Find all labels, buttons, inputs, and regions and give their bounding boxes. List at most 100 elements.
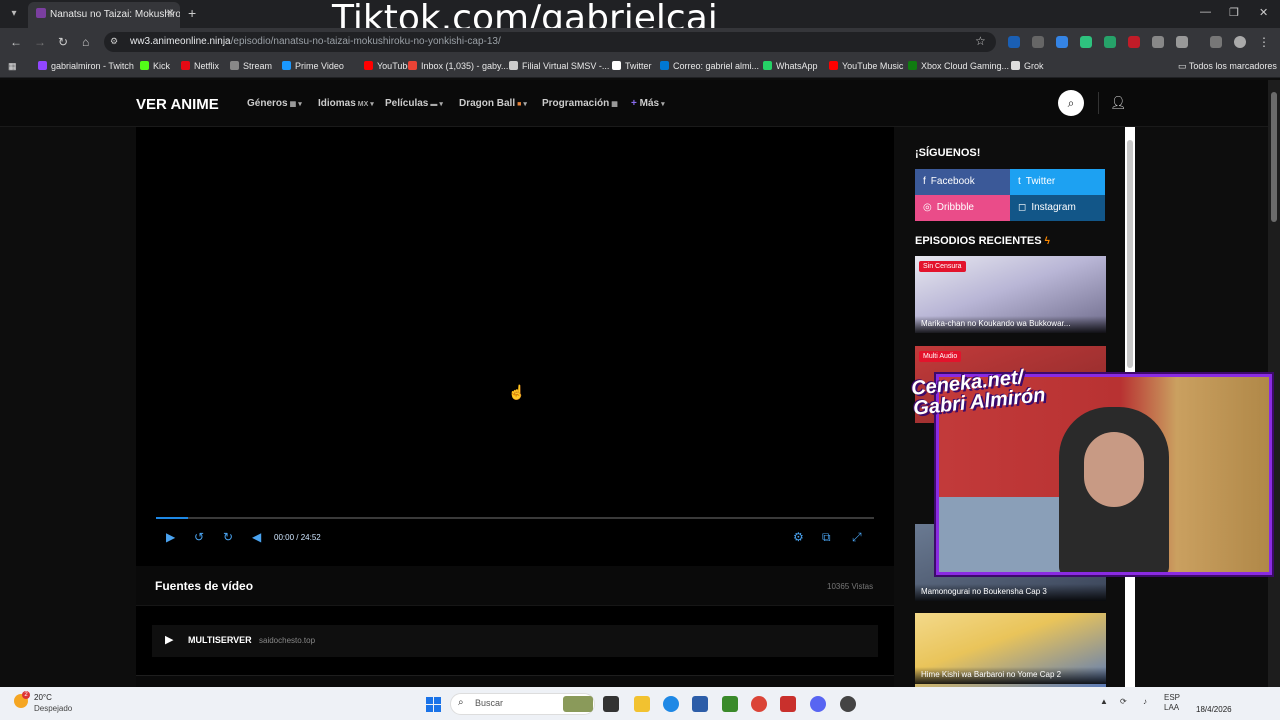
twitter-icon: t xyxy=(1018,176,1021,187)
tray-chevron-icon[interactable]: ▲ xyxy=(1100,697,1108,706)
social-label: Instagram xyxy=(1031,202,1076,213)
user-icon[interactable]: 👤︎ xyxy=(1110,95,1127,111)
taskbar-clock[interactable]: 18/4/2026 xyxy=(1196,693,1232,715)
search-highlight-icon xyxy=(563,696,593,712)
bookmark-item[interactable]: YouTube xyxy=(364,61,412,71)
extension-icon[interactable] xyxy=(1152,36,1164,48)
tab-list-icon[interactable]: ▾ xyxy=(6,6,22,22)
obs-icon[interactable] xyxy=(840,696,856,712)
extension-icon[interactable] xyxy=(1104,36,1116,48)
file-explorer-icon[interactable] xyxy=(634,696,650,712)
rewind-10-icon[interactable]: ↺ xyxy=(194,530,204,544)
restore-icon[interactable]: ❐ xyxy=(1229,6,1239,19)
episode-card[interactable]: Hime Kishi wa Barbaroi no Yome Cap 2 xyxy=(915,613,1106,687)
play-icon[interactable]: ▶ xyxy=(166,530,175,544)
language-indicator[interactable]: ESP LAA xyxy=(1164,693,1180,713)
minecraft-icon[interactable] xyxy=(722,696,738,712)
bookmark-item[interactable]: Netflix xyxy=(181,61,219,71)
home-icon[interactable]: ⌂ xyxy=(82,35,89,49)
forward-icon[interactable]: → xyxy=(34,35,46,49)
chevron-down-icon: ▾ xyxy=(523,101,527,108)
fullscreen-icon[interactable]: ⤢ xyxy=(852,530,862,545)
typora-icon[interactable] xyxy=(780,696,796,712)
address-bar[interactable]: ww3.animeonline.ninja/episodio/nanatsu-n… xyxy=(104,32,996,52)
bookmark-favicon-icon xyxy=(408,61,417,70)
video-progress-bar[interactable] xyxy=(156,517,874,519)
picture-in-picture-icon[interactable]: ⧉ xyxy=(822,530,831,545)
twitter-button[interactable]: t Twitter xyxy=(1010,169,1105,195)
site-info-icon[interactable]: ⚙ xyxy=(110,36,118,47)
nav-dragon-ball[interactable]: Dragon Ball ■ ▾ xyxy=(459,98,527,109)
start-windows-icon[interactable] xyxy=(426,697,441,712)
reading-list-icon[interactable] xyxy=(1210,36,1222,48)
play-icon[interactable]: ▶ xyxy=(165,633,173,646)
bookmark-star-icon[interactable]: ☆ xyxy=(975,34,986,48)
bookmark-item[interactable]: Xbox Cloud Gaming... xyxy=(908,61,1009,71)
task-view-icon[interactable] xyxy=(603,696,619,712)
bookmark-favicon-icon xyxy=(364,61,373,70)
search-icon[interactable]: ⌕ xyxy=(1058,90,1084,116)
weather-temperature[interactable]: 20°C xyxy=(34,693,52,702)
sidebar-scroll-thumb[interactable] xyxy=(1127,140,1133,368)
nav-idiomas[interactable]: Idiomas MX ▾ xyxy=(318,98,374,109)
nav-peliculas[interactable]: Películas ▬ ▾ xyxy=(385,98,443,109)
extension-icon[interactable] xyxy=(1080,36,1092,48)
bookmark-item[interactable]: Prime Video xyxy=(282,61,344,71)
facebook-button[interactable]: f Facebook xyxy=(915,169,1010,195)
clock-date: 18/4/2026 xyxy=(1196,705,1232,714)
apps-icon[interactable]: ▦ xyxy=(8,61,17,72)
extension-icon[interactable] xyxy=(1032,36,1044,48)
bookmark-item[interactable]: Correo: gabriel almi... xyxy=(660,61,759,71)
browser-menu-icon[interactable]: ⋮ xyxy=(1258,35,1270,49)
volume-icon[interactable]: ◀ xyxy=(252,530,261,544)
server-host: saidochesto.top xyxy=(259,636,316,645)
extension-icon[interactable] xyxy=(1056,36,1068,48)
bookmark-item[interactable]: Inbox (1,035) - gaby... xyxy=(408,61,508,71)
bookmark-favicon-icon xyxy=(612,61,621,70)
edge-icon[interactable] xyxy=(663,696,679,712)
fire-icon: ϟ xyxy=(1044,236,1050,247)
extension-icon[interactable] xyxy=(1128,36,1140,48)
minimize-icon[interactable]: — xyxy=(1200,6,1211,18)
video-player[interactable] xyxy=(136,127,894,557)
bookmark-item[interactable]: WhatsApp xyxy=(763,61,818,71)
weather-condition[interactable]: Despejado xyxy=(34,704,72,713)
social-label: Twitter xyxy=(1025,176,1056,187)
extension-icon[interactable] xyxy=(1008,36,1020,48)
nav-mas[interactable]: + Más ▾ xyxy=(631,98,665,109)
store-icon[interactable] xyxy=(692,696,708,712)
chrome-icon[interactable] xyxy=(751,696,767,712)
instagram-button[interactable]: ◻ Instagram xyxy=(1010,195,1105,221)
browser-tab[interactable]: Nanatsu no Taizai: Mokushiroku xyxy=(28,2,180,28)
reload-icon[interactable]: ↻ xyxy=(58,35,68,49)
new-tab-icon[interactable]: + xyxy=(188,5,196,21)
bookmark-item[interactable]: YouTube Music xyxy=(829,61,903,71)
forward-10-icon[interactable]: ↻ xyxy=(223,530,233,544)
settings-gear-icon[interactable]: ⚙ xyxy=(793,530,804,544)
nav-programacion[interactable]: Programación ▦ xyxy=(542,98,618,109)
site-logo[interactable]: VER ANIME xyxy=(136,96,219,113)
page-scroll-thumb[interactable] xyxy=(1271,92,1277,222)
bookmark-item[interactable]: Grok xyxy=(1011,61,1044,71)
duration: 24:52 xyxy=(300,533,321,542)
window-close-icon[interactable]: ✕ xyxy=(1259,6,1268,19)
extensions-puzzle-icon[interactable] xyxy=(1176,36,1188,48)
bookmark-favicon-icon xyxy=(230,61,239,70)
back-icon[interactable]: ← xyxy=(10,35,22,49)
bookmark-item[interactable]: gabrialmiron - Twitch xyxy=(38,61,134,71)
bookmark-item[interactable]: Stream xyxy=(230,61,272,71)
nav-generos[interactable]: Géneros ▦ ▾ xyxy=(247,98,302,109)
network-icon[interactable]: ⟳ xyxy=(1120,697,1127,706)
nav-tag: MX xyxy=(357,101,369,108)
bookmark-item[interactable]: Twitter xyxy=(612,61,652,71)
bookmark-item[interactable]: Kick xyxy=(140,61,170,71)
all-bookmarks-folder[interactable]: ▭ Todos los marcadores xyxy=(1178,61,1277,72)
volume-icon[interactable]: ♪ xyxy=(1143,697,1147,706)
bookmark-item[interactable]: Filial Virtual SMSV -... xyxy=(509,61,609,71)
dribbble-button[interactable]: ◎ Dribbble xyxy=(915,195,1010,221)
tab-close-icon[interactable]: ✕ xyxy=(166,8,174,19)
profile-avatar[interactable] xyxy=(1234,36,1246,48)
discord-icon[interactable] xyxy=(810,696,826,712)
episode-card[interactable]: Sin Censura Marika-chan no Koukando wa B… xyxy=(915,256,1106,333)
nav-label: Películas xyxy=(385,98,429,109)
